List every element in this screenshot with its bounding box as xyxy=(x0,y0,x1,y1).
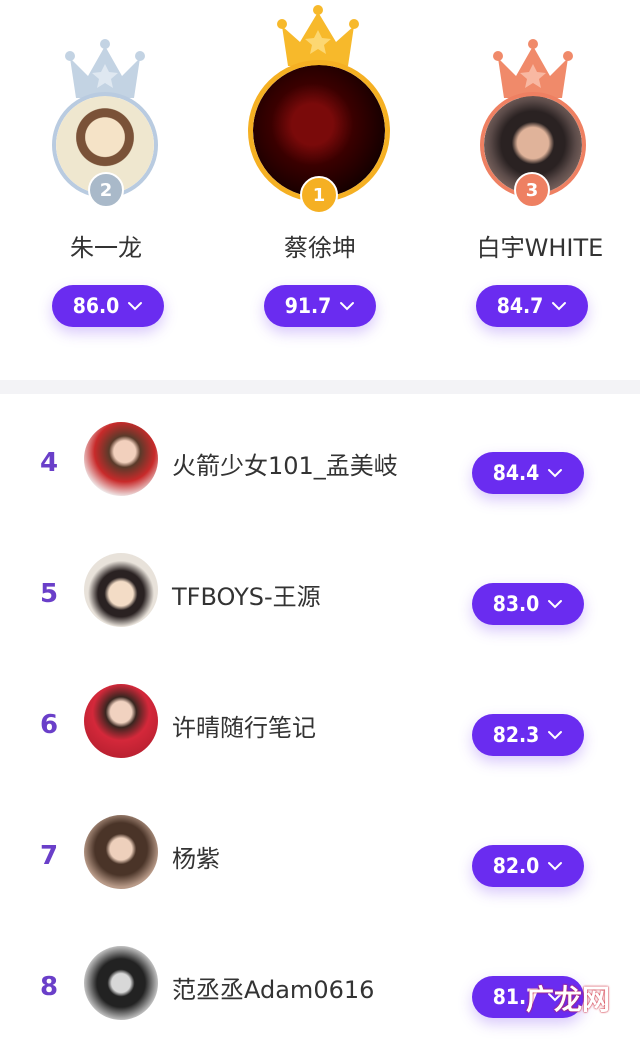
chevron-down-icon xyxy=(340,302,355,311)
gold-crown-icon xyxy=(277,5,359,66)
rank-number: 8 xyxy=(39,972,59,1002)
score-button[interactable]: 82.0 xyxy=(472,845,584,887)
avatar[interactable] xyxy=(84,684,158,758)
score-button[interactable]: 91.7 xyxy=(264,285,376,327)
score-button[interactable]: 86.0 xyxy=(52,285,164,327)
rank-number: 7 xyxy=(39,841,59,871)
score-value: 91.7 xyxy=(284,294,332,318)
score-value: 84.4 xyxy=(492,461,540,485)
list-item-name: TFBOYS-王源 xyxy=(172,583,321,611)
score-value: 84.7 xyxy=(496,294,544,318)
list-item[interactable]: 7 杨紫 82.0 xyxy=(0,787,640,918)
podium-name: 蔡徐坤 xyxy=(284,234,356,262)
avatar[interactable] xyxy=(84,946,158,1020)
avatar[interactable] xyxy=(84,815,158,889)
chevron-down-icon xyxy=(552,302,567,311)
top-three-podium: 2 朱一龙 86.0 1 蔡徐坤 91.7 3 白宇WHITE 84.7 xyxy=(0,0,640,380)
podium-name: 白宇WHITE xyxy=(476,234,604,262)
podium-name: 朱一龙 xyxy=(70,234,142,262)
score-button[interactable]: 83.0 xyxy=(472,583,584,625)
score-button[interactable]: 82.3 xyxy=(472,714,584,756)
list-item[interactable]: 6 许晴随行笔记 82.3 xyxy=(0,656,640,787)
rank-badge: 1 xyxy=(300,176,338,214)
chevron-down-icon xyxy=(548,731,563,740)
score-value: 83.0 xyxy=(492,592,540,616)
rank-number: 5 xyxy=(39,579,59,609)
rank-number: 4 xyxy=(39,448,59,478)
list-item-name: 火箭少女101_孟美岐 xyxy=(172,452,398,480)
list-item-name: 范丞丞Adam0616 xyxy=(172,976,375,1004)
rank-number: 6 xyxy=(39,710,59,740)
chevron-down-icon xyxy=(548,469,563,478)
chevron-down-icon xyxy=(548,600,563,609)
list-item-name: 许晴随行笔记 xyxy=(172,714,316,742)
score-button[interactable]: 84.7 xyxy=(476,285,588,327)
site-watermark: 广龙网 xyxy=(525,983,610,1016)
score-button[interactable]: 84.4 xyxy=(472,452,584,494)
avatar[interactable] xyxy=(84,422,158,496)
list-item[interactable]: 4 火箭少女101_孟美岐 84.4 xyxy=(0,394,640,525)
avatar[interactable] xyxy=(84,553,158,627)
podium-entry-rank-2[interactable]: 2 朱一龙 86.0 xyxy=(0,0,200,340)
score-value: 86.0 xyxy=(72,294,120,318)
score-value: 82.3 xyxy=(492,723,540,747)
list-item[interactable]: 5 TFBOYS-王源 83.0 xyxy=(0,525,640,656)
chevron-down-icon xyxy=(128,302,143,311)
section-divider xyxy=(0,380,640,394)
chevron-down-icon xyxy=(548,862,563,871)
list-item-name: 杨紫 xyxy=(172,845,220,873)
rank-badge: 2 xyxy=(88,172,124,208)
podium-entry-rank-3[interactable]: 3 白宇WHITE 84.7 xyxy=(440,0,640,340)
score-value: 82.0 xyxy=(492,854,540,878)
podium-entry-rank-1[interactable]: 1 蔡徐坤 91.7 xyxy=(210,0,430,340)
rank-badge: 3 xyxy=(514,172,550,208)
